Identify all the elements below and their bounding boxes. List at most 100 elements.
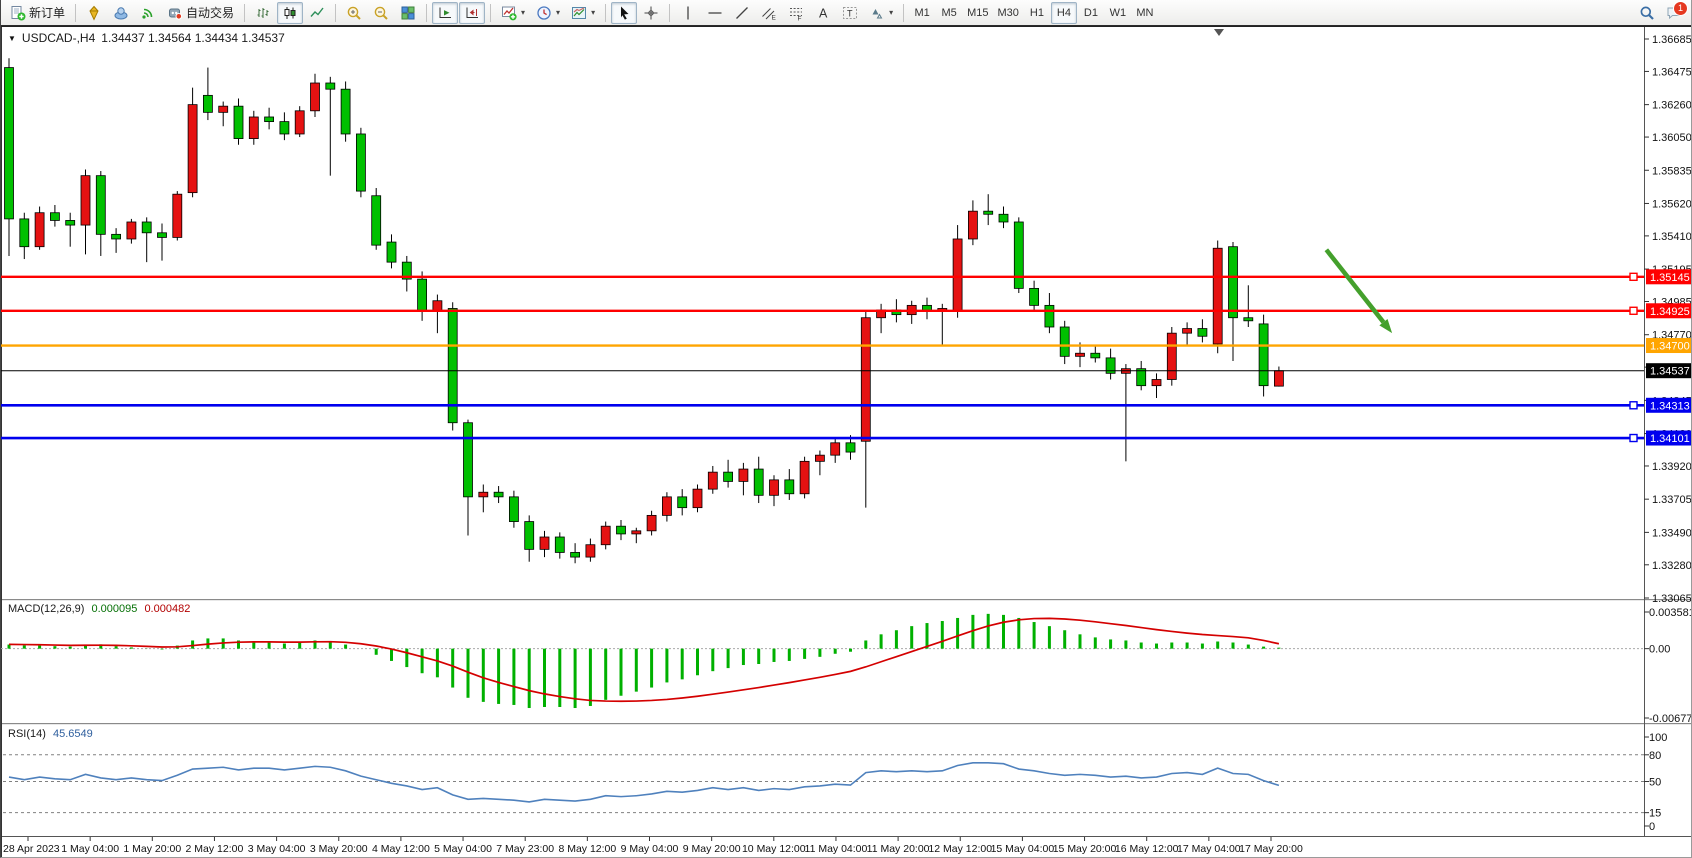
candle-body [571, 552, 580, 557]
price-tick-label: 1.33705 [1652, 494, 1692, 506]
candle-body [50, 213, 59, 221]
candle-body [739, 469, 748, 481]
price-tick-label: 1.36260 [1652, 100, 1692, 112]
macd-panel: 0.0035810.00-0.006775 [1, 607, 1692, 725]
candle-body [1091, 353, 1100, 358]
time-axis[interactable]: 28 Apr 20231 May 04:00 1 May 20:00 2 May 1… [3, 837, 1303, 855]
candle-body [984, 211, 993, 214]
price-tick-label: 1.36475 [1652, 66, 1692, 78]
time-tick-label: 8 May 12:00 [558, 843, 616, 855]
time-tick-label: 9 May 20:00 [683, 843, 741, 855]
candle-body [1076, 353, 1085, 356]
candle-body [112, 234, 121, 239]
candle-body [708, 472, 717, 489]
macd-signal-line [9, 618, 1279, 701]
candle-body [479, 492, 488, 497]
arrow-annotation[interactable] [1326, 250, 1392, 333]
candle-body [173, 194, 182, 237]
candle-body [601, 526, 610, 545]
candle-body [158, 233, 167, 238]
time-tick-label: 5 May 04:00 [434, 843, 492, 855]
hline-handle[interactable] [1630, 435, 1637, 442]
price-tag-label: 1.34101 [1650, 433, 1690, 445]
price-axis[interactable]: 1.366851.364751.362601.360501.358351.356… [1644, 34, 1692, 605]
candle-body [861, 318, 870, 442]
candle-body [127, 222, 136, 239]
macd-label: MACD(12,26,9) 0.000095 0.000482 [8, 603, 190, 615]
candle-body [265, 117, 274, 122]
candle-body [525, 522, 534, 550]
candle-body [356, 134, 365, 191]
candle-body [1152, 379, 1161, 385]
rsi-tick-label: 50 [1649, 777, 1661, 789]
rsi-label: RSI(14) 45.6549 [8, 728, 93, 740]
candle-body [341, 89, 350, 134]
price-tick-label: 1.33920 [1652, 461, 1692, 473]
candle-body [815, 455, 824, 461]
candle-body [800, 461, 809, 493]
rsi-tick-label: 100 [1649, 732, 1667, 744]
candle-body [540, 537, 549, 549]
price-tag-label: 1.34925 [1650, 306, 1690, 318]
candle-body [647, 515, 656, 530]
candle-body [81, 176, 90, 225]
time-tick-label: 4 May 12:00 [372, 843, 430, 855]
candle-body [968, 211, 977, 239]
price-tag-label: 1.34313 [1650, 400, 1690, 412]
time-tick-label: 3 May 20:00 [310, 843, 368, 855]
chart-shift-marker[interactable] [1214, 29, 1224, 36]
rsi-value: 45.6549 [53, 728, 93, 740]
horizontal-line-objects[interactable]: 1.351451.349251.347001.345371.343131.341… [1, 269, 1692, 445]
time-tick-label: 15 May 04:00 [991, 843, 1055, 855]
time-tick-label: 28 Apr 2023 [3, 843, 60, 855]
candle-body [35, 213, 44, 247]
candle-body [1198, 329, 1207, 337]
time-tick-label: 17 May 20:00 [1239, 843, 1303, 855]
candle-body [693, 489, 702, 508]
chart-title: ▼ USDCAD-,H4 1.34437 1.34564 1.34434 1.3… [8, 31, 285, 45]
candle-body [295, 111, 304, 134]
candle-body [280, 122, 289, 134]
time-tick-label: 1 May 20:00 [123, 843, 181, 855]
time-tick-label: 1 May 04:00 [61, 843, 119, 855]
candle-body [785, 480, 794, 494]
candle-body [953, 239, 962, 312]
candle-body [617, 526, 626, 534]
candle-body [1030, 288, 1039, 305]
price-tick-label: 1.33280 [1652, 560, 1692, 572]
macd-name: MACD(12,26,9) [8, 603, 84, 615]
candle-body [464, 423, 473, 497]
chart-symbol-period: USDCAD-,H4 [22, 31, 95, 45]
candle-body [1060, 327, 1069, 356]
candle-body [1259, 324, 1268, 386]
candle-body [770, 480, 779, 495]
rsi-tick-label: 0 [1649, 821, 1655, 833]
chart-canvas[interactable]: 1.366851.364751.362601.360501.358351.356… [1, 0, 1692, 858]
macd-main-value: 0.000095 [91, 603, 137, 615]
mt4-window: 新订单自动交易▾▾▾EFAT▾M1M5M15M30H1H4D1W1MN1 1.3… [0, 0, 1692, 858]
candle-body [1137, 369, 1146, 386]
price-tick-label: 1.35835 [1652, 165, 1692, 177]
rsi-tick-label: 15 [1649, 808, 1661, 820]
hline-handle[interactable] [1630, 402, 1637, 409]
candle-body [387, 242, 396, 262]
candle-body [1045, 305, 1054, 327]
candle-body [326, 83, 335, 89]
candle-body [632, 531, 641, 534]
hline-handle[interactable] [1630, 307, 1637, 314]
candle-body [1213, 248, 1222, 344]
price-tick-label: 1.33065 [1652, 593, 1692, 605]
time-tick-label: 11 May 04:00 [805, 843, 868, 855]
candle-body [662, 497, 671, 516]
candle-body [999, 214, 1008, 222]
time-tick-label: 2 May 12:00 [186, 843, 244, 855]
price-tick-label: 1.35410 [1652, 231, 1692, 243]
price-tag-label: 1.34700 [1650, 341, 1690, 353]
candle-body [66, 220, 75, 225]
hline-handle[interactable] [1630, 273, 1637, 280]
chart-collapse-icon[interactable]: ▼ [8, 34, 16, 43]
candle-body [678, 497, 687, 508]
candle-body [586, 545, 595, 557]
candle-body [311, 83, 320, 111]
time-tick-label: 16 May 12:00 [1115, 843, 1179, 855]
